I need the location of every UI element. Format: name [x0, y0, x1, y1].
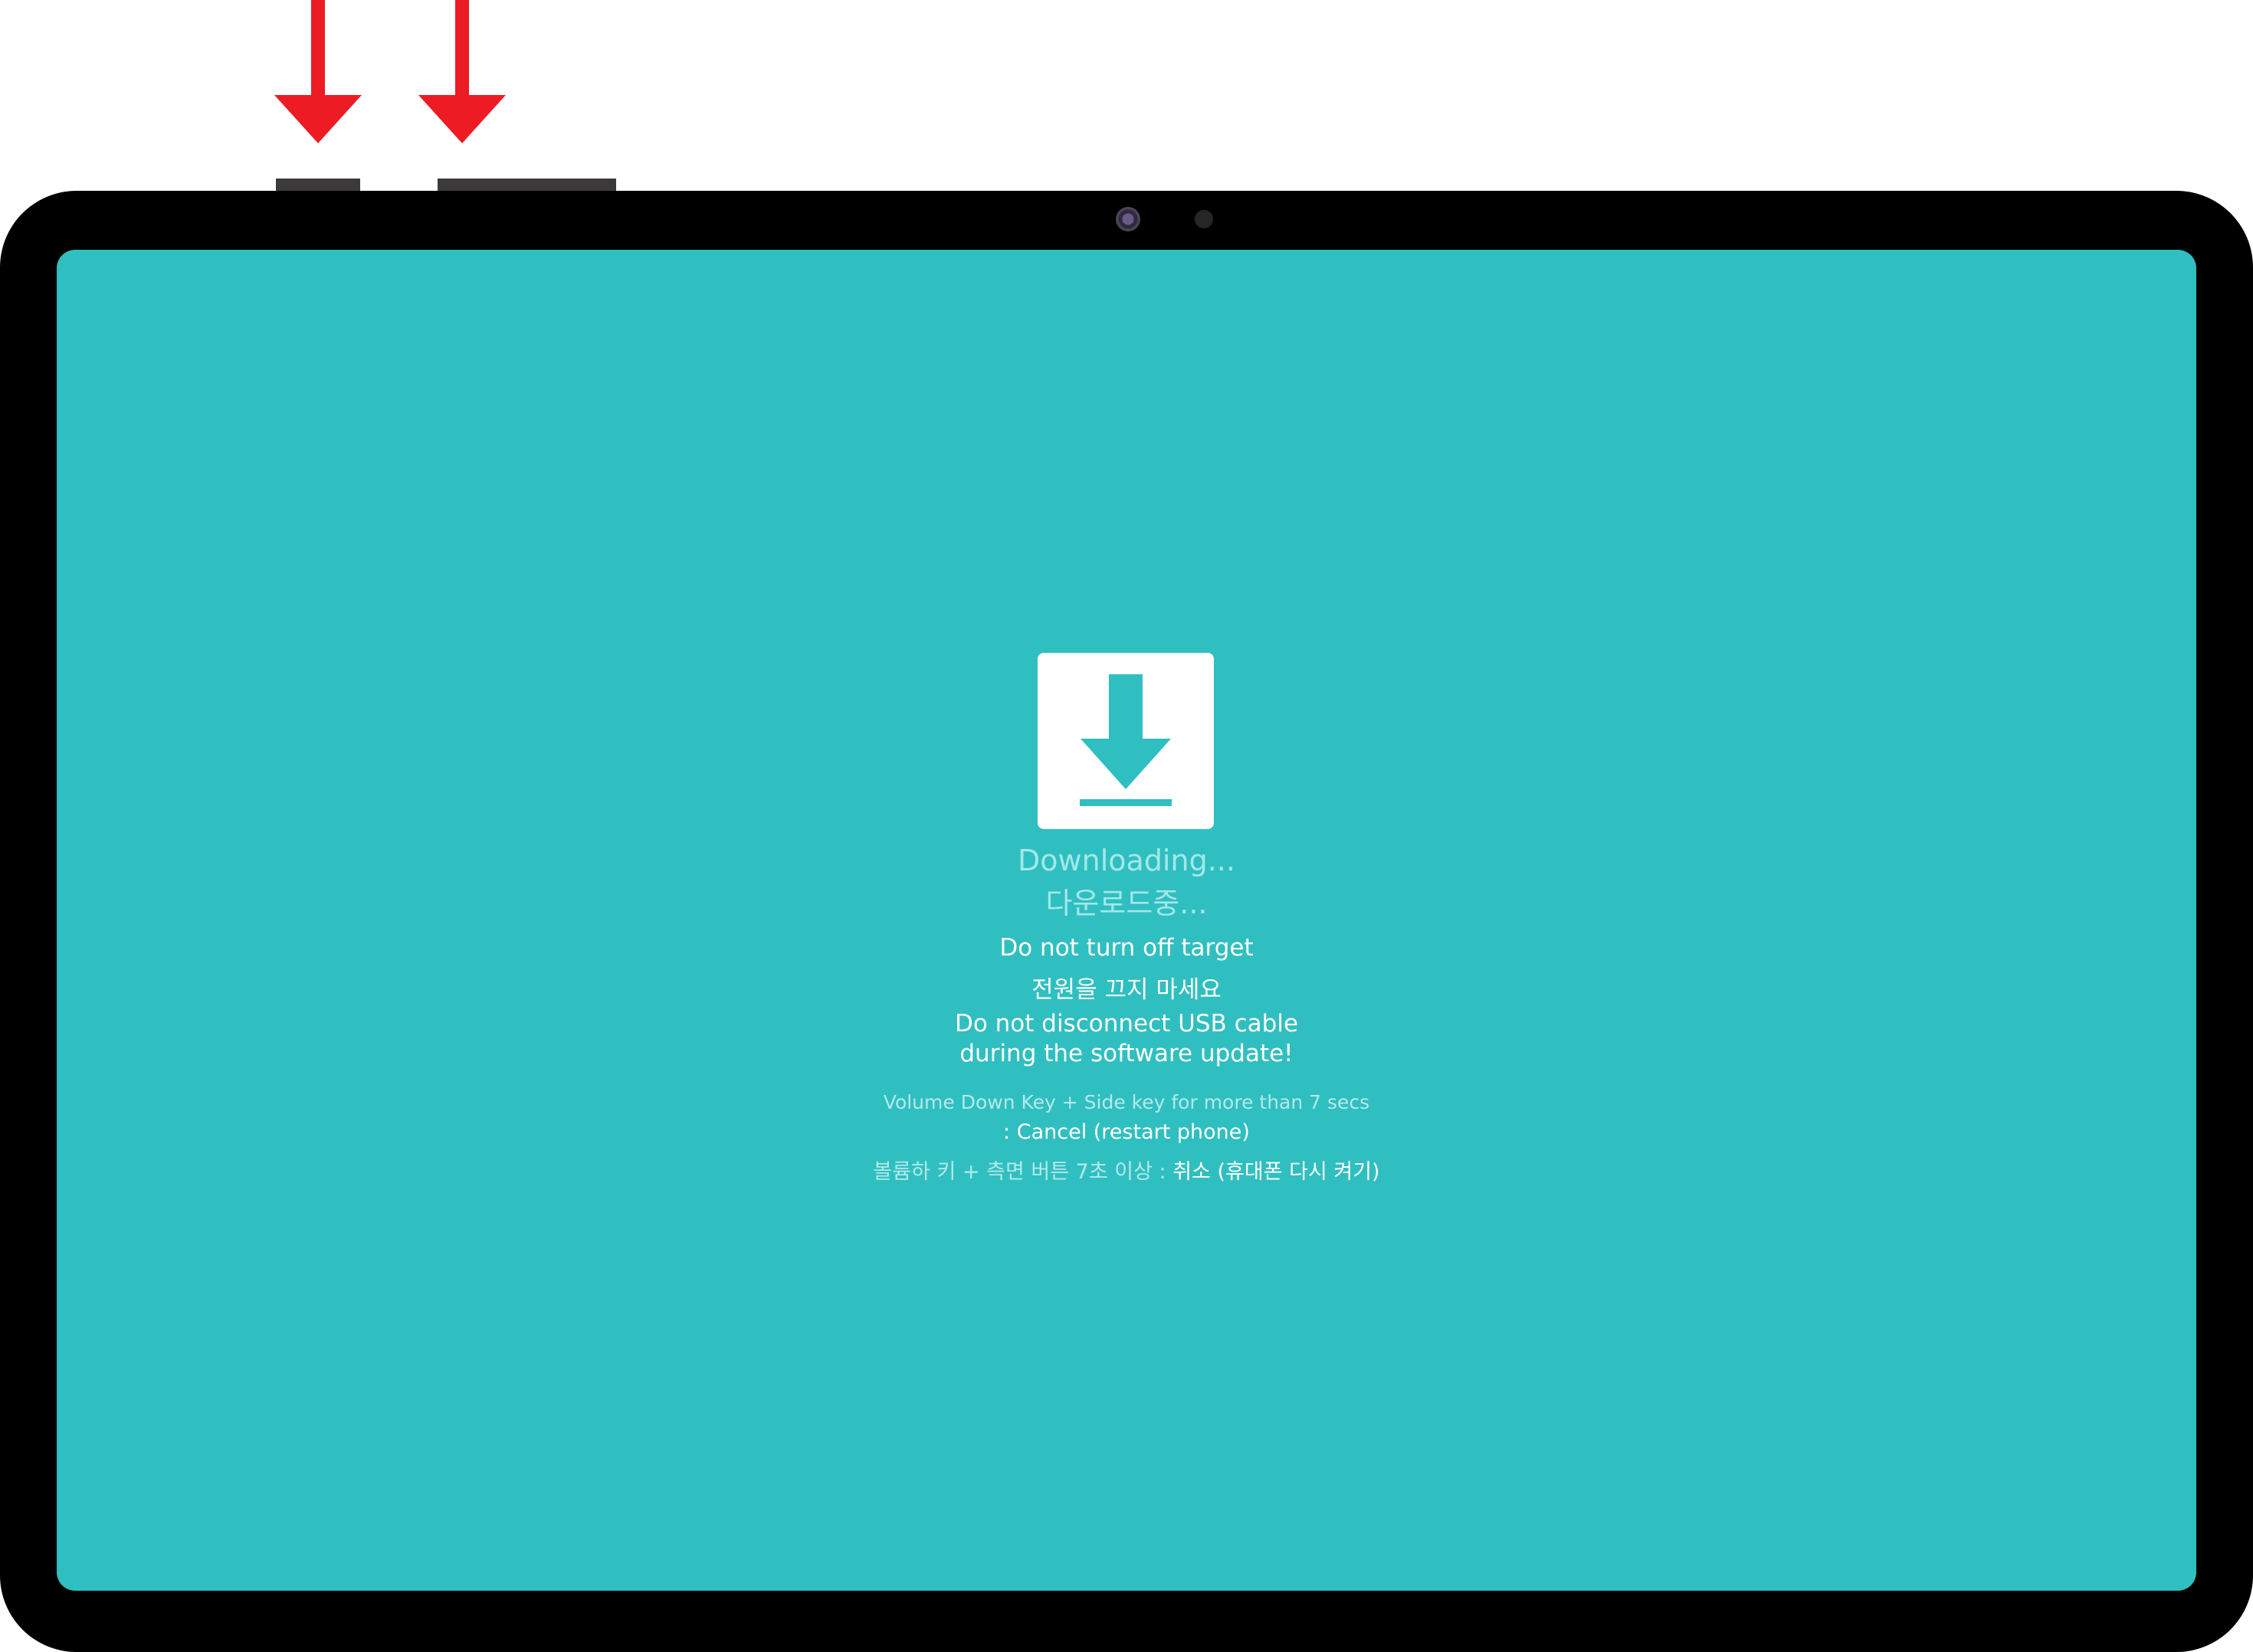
cancel-action: : Cancel (restart phone) [1003, 1120, 1250, 1144]
usb-warning-line-1: Do not disconnect USB cable [954, 1010, 1299, 1037]
downloading-status: Downloading... [1018, 844, 1235, 877]
sensor-icon [1195, 210, 1213, 228]
download-icon [1038, 653, 1214, 829]
cancel-key-combo-korean: 볼륨하 키 + 측면 버튼 7초 이상 : [873, 1160, 1173, 1184]
usb-warning-line-2: during the software update! [959, 1040, 1294, 1067]
cancel-instruction-korean: 볼륨하 키 + 측면 버튼 7초 이상 : 취소 (휴대폰 다시 켜기) [57, 1155, 2196, 1185]
power-warning-korean: 전원을 끄지 마세요 [1031, 976, 1222, 1004]
power-warning: Do not turn off target [999, 934, 1254, 962]
downloading-status-korean: 다운로드중... [1045, 887, 1208, 920]
front-camera-icon [1116, 207, 1140, 231]
red-down-arrow-icon [418, 0, 506, 143]
download-mode-screen: Downloading... 다운로드중... Do not turn off … [57, 250, 2196, 1591]
cancel-key-combo: Volume Down Key + Side key for more than… [883, 1091, 1370, 1113]
red-down-arrow-icon [274, 0, 362, 143]
cancel-action-korean: 취소 (휴대폰 다시 켜기) [1172, 1160, 1380, 1184]
